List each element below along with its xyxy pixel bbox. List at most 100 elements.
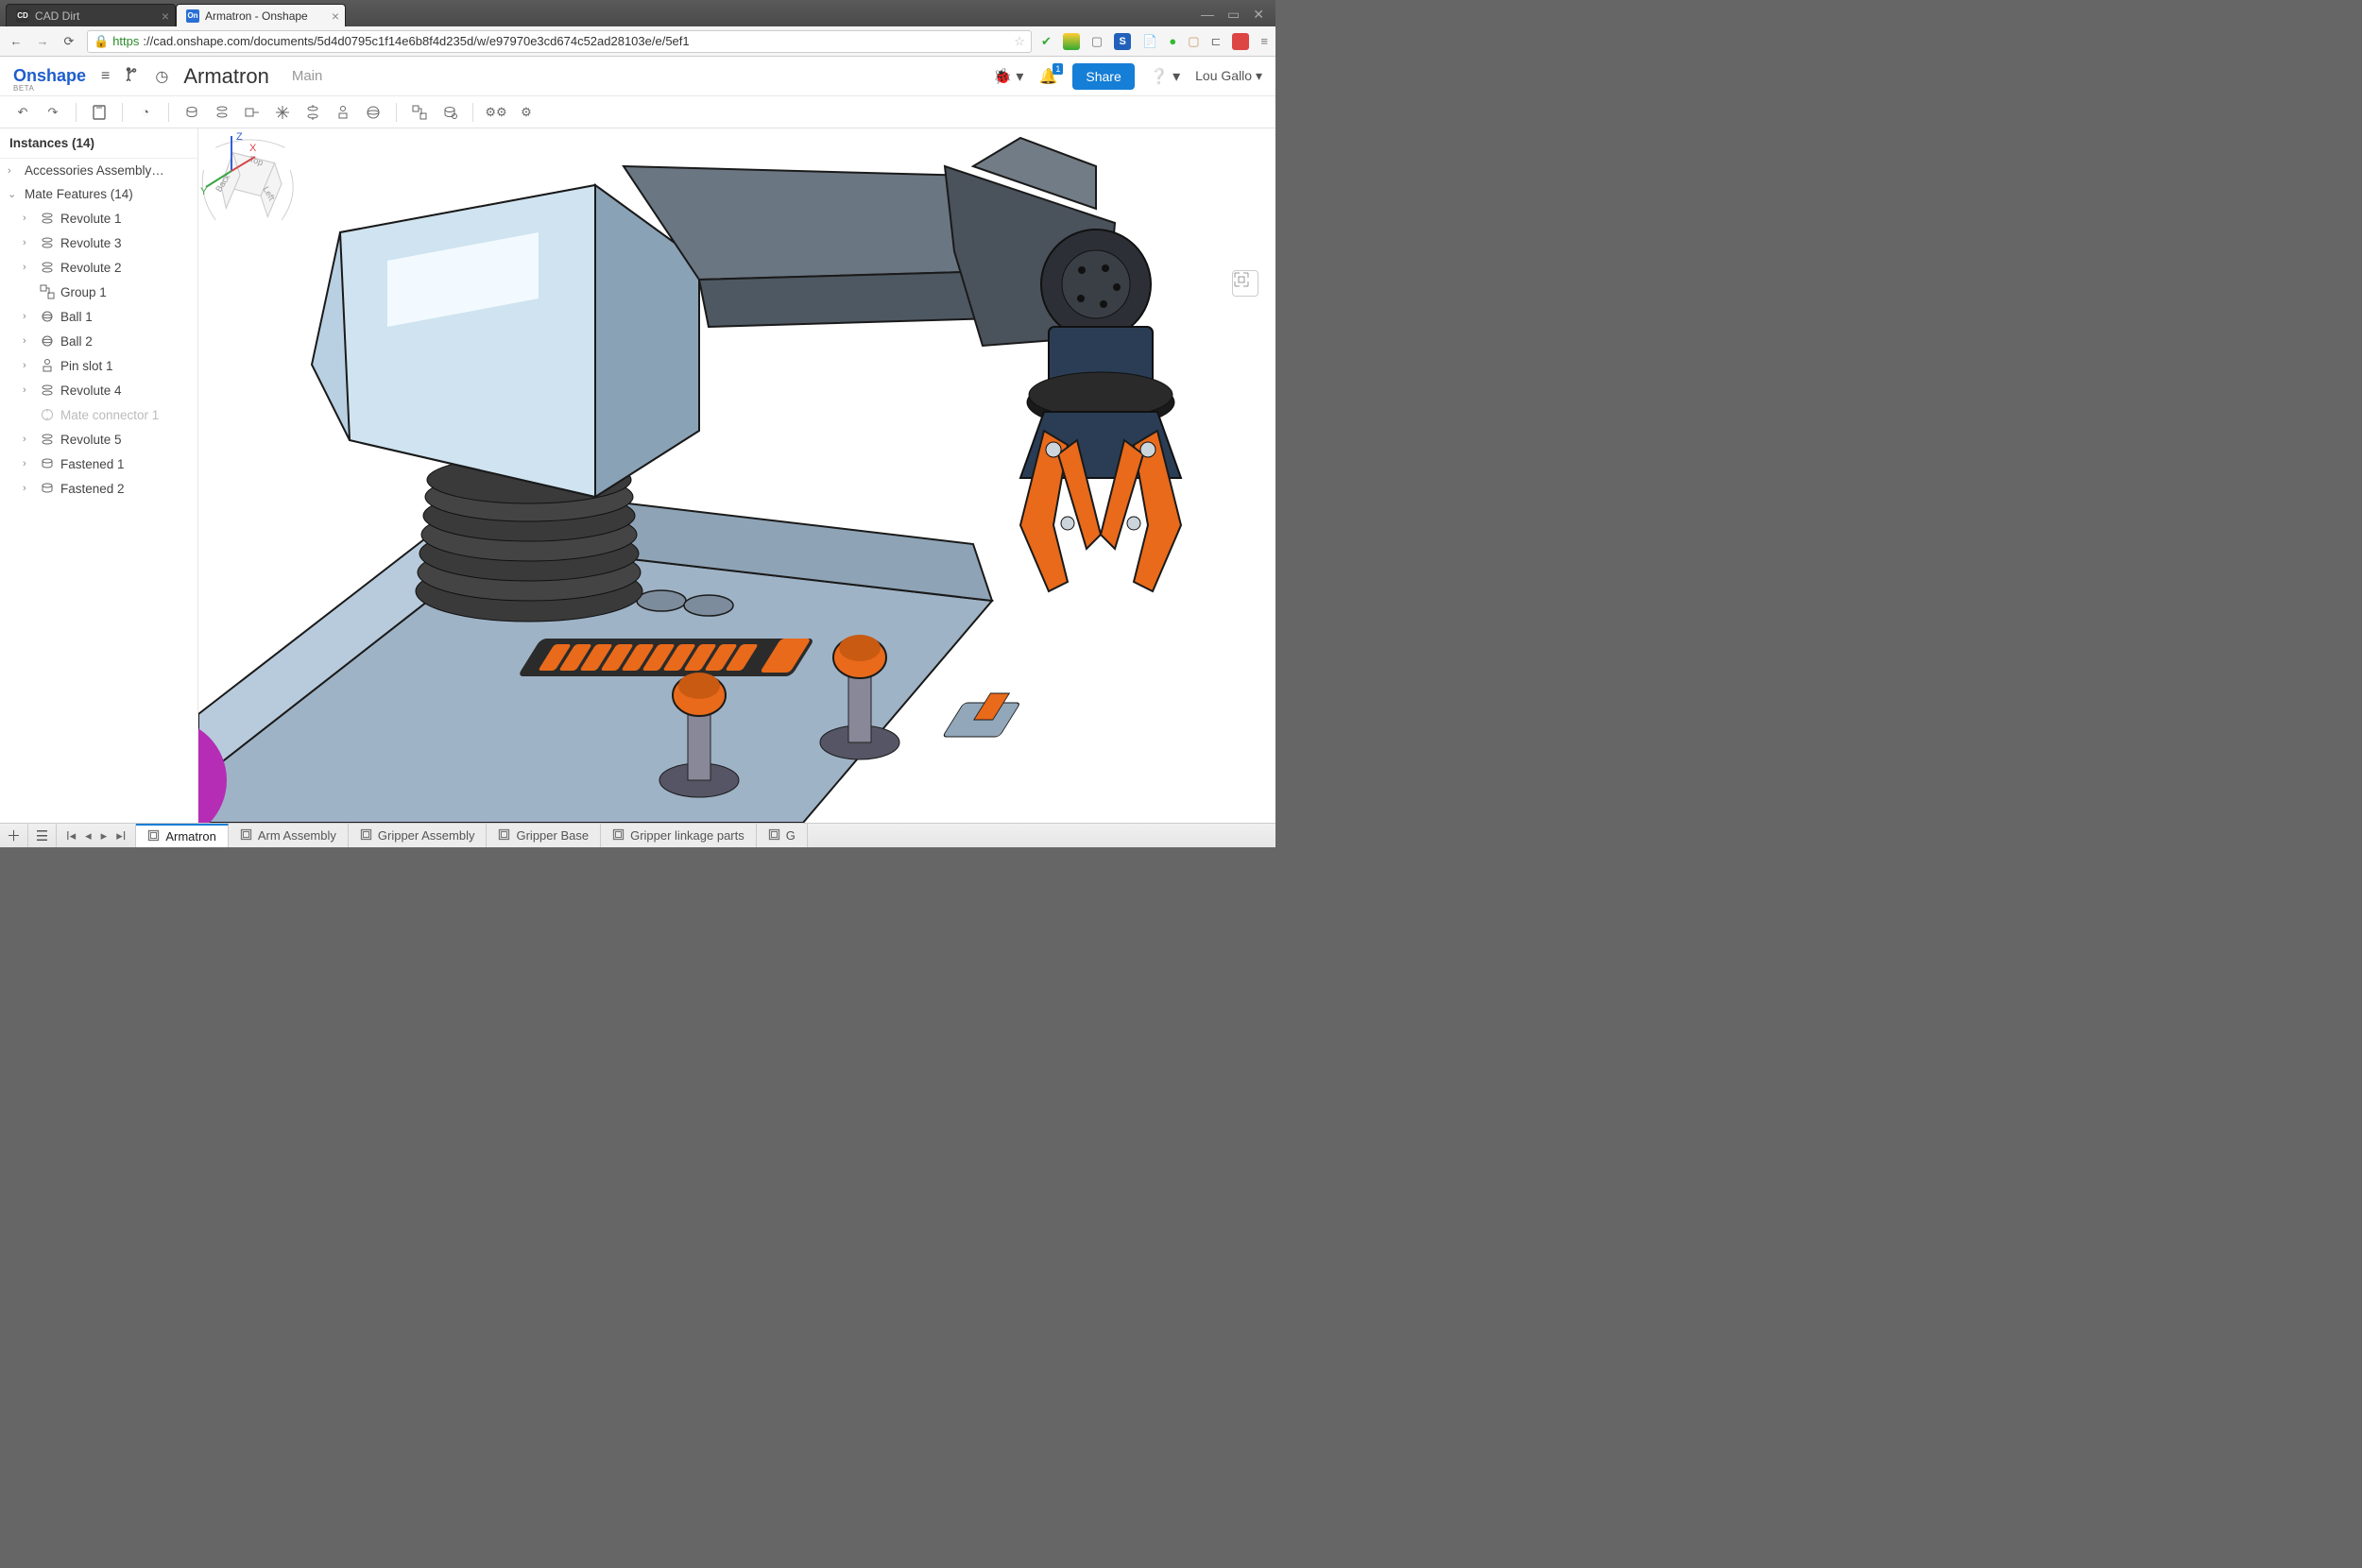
document-title[interactable]: Armatron — [183, 64, 268, 89]
revolute-mate-button[interactable] — [211, 101, 233, 124]
feature-tree-panel[interactable]: Instances (14) ›Accessories Assembly…⌄Ma… — [0, 128, 198, 823]
tab-list-button[interactable]: ☰ — [28, 824, 57, 847]
tree-item[interactable]: Group 1 — [0, 280, 197, 304]
history-icon[interactable]: ◷ — [155, 67, 168, 86]
tab-favicon: On — [186, 9, 199, 23]
assembly-icon — [768, 828, 780, 844]
hamburger-icon[interactable]: ≡ — [1260, 34, 1268, 48]
gear-relation-button[interactable]: ⚙⚙ — [485, 101, 507, 124]
expand-icon[interactable]: › — [23, 213, 34, 224]
mate-connector-button[interactable]: ◔ — [134, 101, 157, 124]
tree-item[interactable]: ⌄Mate Features (14) — [0, 182, 197, 206]
expand-icon[interactable]: › — [23, 237, 34, 248]
close-icon[interactable]: × — [162, 9, 169, 24]
share-button[interactable]: Share — [1072, 63, 1134, 90]
address-bar[interactable]: 🔒 https://cad.onshape.com/documents/5d4d… — [87, 30, 1032, 53]
assembly-icon — [612, 828, 625, 844]
back-button[interactable]: ← — [8, 34, 25, 48]
fastened-mate-button[interactable] — [180, 101, 203, 124]
group-button[interactable] — [408, 101, 431, 124]
tree-item[interactable]: ›Revolute 4 — [0, 378, 197, 402]
tab-label: Gripper Base — [516, 828, 589, 843]
tree-item[interactable]: ›Revolute 5 — [0, 427, 197, 452]
tree-item[interactable]: ›Revolute 3 — [0, 230, 197, 255]
menu-icon[interactable]: ≡ — [101, 68, 110, 85]
ext-drive-icon[interactable] — [1063, 33, 1080, 50]
ext-note-icon[interactable]: 📄 — [1142, 34, 1157, 49]
expand-icon[interactable]: › — [23, 483, 34, 494]
ext-red-icon[interactable] — [1232, 33, 1249, 50]
expand-icon[interactable]: › — [23, 434, 34, 445]
tree-item[interactable]: › Ball 2 — [0, 329, 197, 353]
expand-icon[interactable]: › — [23, 311, 34, 322]
restore-icon[interactable]: ▭ — [1227, 7, 1240, 23]
expand-icon[interactable]: › — [8, 165, 19, 177]
cylindrical-mate-button[interactable] — [301, 101, 324, 124]
pin-slot-mate-button[interactable] — [332, 101, 354, 124]
browser-tab-strip: CD CAD Dirt × On Armatron - Onshape × — … — [0, 0, 1275, 26]
close-icon[interactable]: × — [332, 9, 339, 24]
document-tab[interactable]: Gripper linkage parts — [601, 824, 757, 847]
tree-item[interactable]: ›Ball 1 — [0, 304, 197, 329]
tree-item[interactable]: Mate connector 1 — [0, 402, 197, 427]
bookmark-icon[interactable]: ☆ — [1014, 34, 1025, 49]
ext-green-dot-icon[interactable]: ● — [1169, 34, 1176, 48]
bug-icon[interactable]: 🐞 ▾ — [993, 67, 1023, 86]
tree-item[interactable]: ›Fastened 2 — [0, 476, 197, 501]
undo-button[interactable]: ↶ — [11, 101, 34, 124]
prev-tab-button[interactable]: ◂ — [81, 828, 95, 844]
tree-item[interactable]: ›Revolute 2 — [0, 255, 197, 280]
document-tab[interactable]: Armatron — [136, 824, 228, 847]
tangent-mate-button[interactable] — [438, 101, 461, 124]
ext-s-icon[interactable]: S — [1114, 33, 1131, 50]
expand-icon[interactable]: › — [23, 262, 34, 273]
revolute-icon — [40, 383, 55, 398]
notifications-icon[interactable]: 🔔1 — [1038, 67, 1057, 86]
document-tab[interactable]: G — [757, 824, 808, 847]
insert-button[interactable] — [88, 101, 111, 124]
tree-item[interactable]: ›Revolute 1 — [0, 206, 197, 230]
ext-cast-icon[interactable]: ▢ — [1091, 34, 1103, 49]
browser-tab-active[interactable]: On Armatron - Onshape × — [176, 4, 346, 26]
branch-icon[interactable] — [125, 66, 140, 86]
tree-item[interactable]: ›Pin slot 1 — [0, 353, 197, 378]
tree-item-label: Ball 2 — [60, 334, 93, 349]
last-tab-button[interactable]: ▸I — [112, 828, 129, 844]
window-close-icon[interactable]: ✕ — [1253, 7, 1264, 23]
expand-icon[interactable]: › — [23, 335, 34, 347]
ext-check-icon[interactable]: ✔ — [1041, 34, 1052, 49]
settings-button[interactable]: ⚙ — [515, 101, 538, 124]
3d-viewport[interactable]: Top Back Left Z Y X — [198, 128, 1275, 823]
expand-icon[interactable]: › — [23, 360, 34, 371]
help-icon[interactable]: ❔ ▾ — [1150, 67, 1180, 86]
expand-icon[interactable]: › — [23, 384, 34, 396]
expand-icon[interactable]: ⌄ — [8, 188, 19, 200]
ext-bracket-icon[interactable]: ⊏ — [1211, 34, 1222, 49]
tree-item[interactable]: ›Accessories Assembly… — [0, 159, 197, 182]
document-tab[interactable]: Gripper Base — [487, 824, 601, 847]
user-menu[interactable]: Lou Gallo ▾ — [1195, 68, 1262, 84]
next-tab-button[interactable]: ▸ — [97, 828, 111, 844]
forward-button[interactable]: → — [34, 34, 51, 48]
assembly-icon — [240, 828, 252, 844]
fit-view-button[interactable] — [1232, 270, 1258, 297]
document-tab[interactable]: Gripper Assembly — [349, 824, 488, 847]
assembly-icon — [360, 828, 372, 844]
ball-mate-button[interactable] — [362, 101, 385, 124]
planar-mate-button[interactable] — [271, 101, 294, 124]
tree-item[interactable]: ›Fastened 1 — [0, 452, 197, 476]
browser-tab[interactable]: CD CAD Dirt × — [6, 4, 176, 26]
tree-item-label: Group 1 — [60, 285, 107, 299]
onshape-logo[interactable]: Onshape BETA — [13, 66, 86, 86]
document-tab[interactable]: Arm Assembly — [229, 824, 349, 847]
slider-mate-button[interactable] — [241, 101, 264, 124]
notif-count: 1 — [1053, 63, 1063, 75]
first-tab-button[interactable]: I◂ — [62, 828, 79, 844]
minimize-icon[interactable]: — — [1201, 7, 1214, 23]
ball-icon — [40, 333, 55, 349]
reload-button[interactable]: ⟳ — [60, 34, 77, 49]
add-tab-button[interactable]: ＋ — [0, 824, 28, 847]
redo-button[interactable]: ↷ — [42, 101, 64, 124]
expand-icon[interactable]: › — [23, 458, 34, 469]
ext-box-icon[interactable]: ▢ — [1188, 34, 1199, 49]
